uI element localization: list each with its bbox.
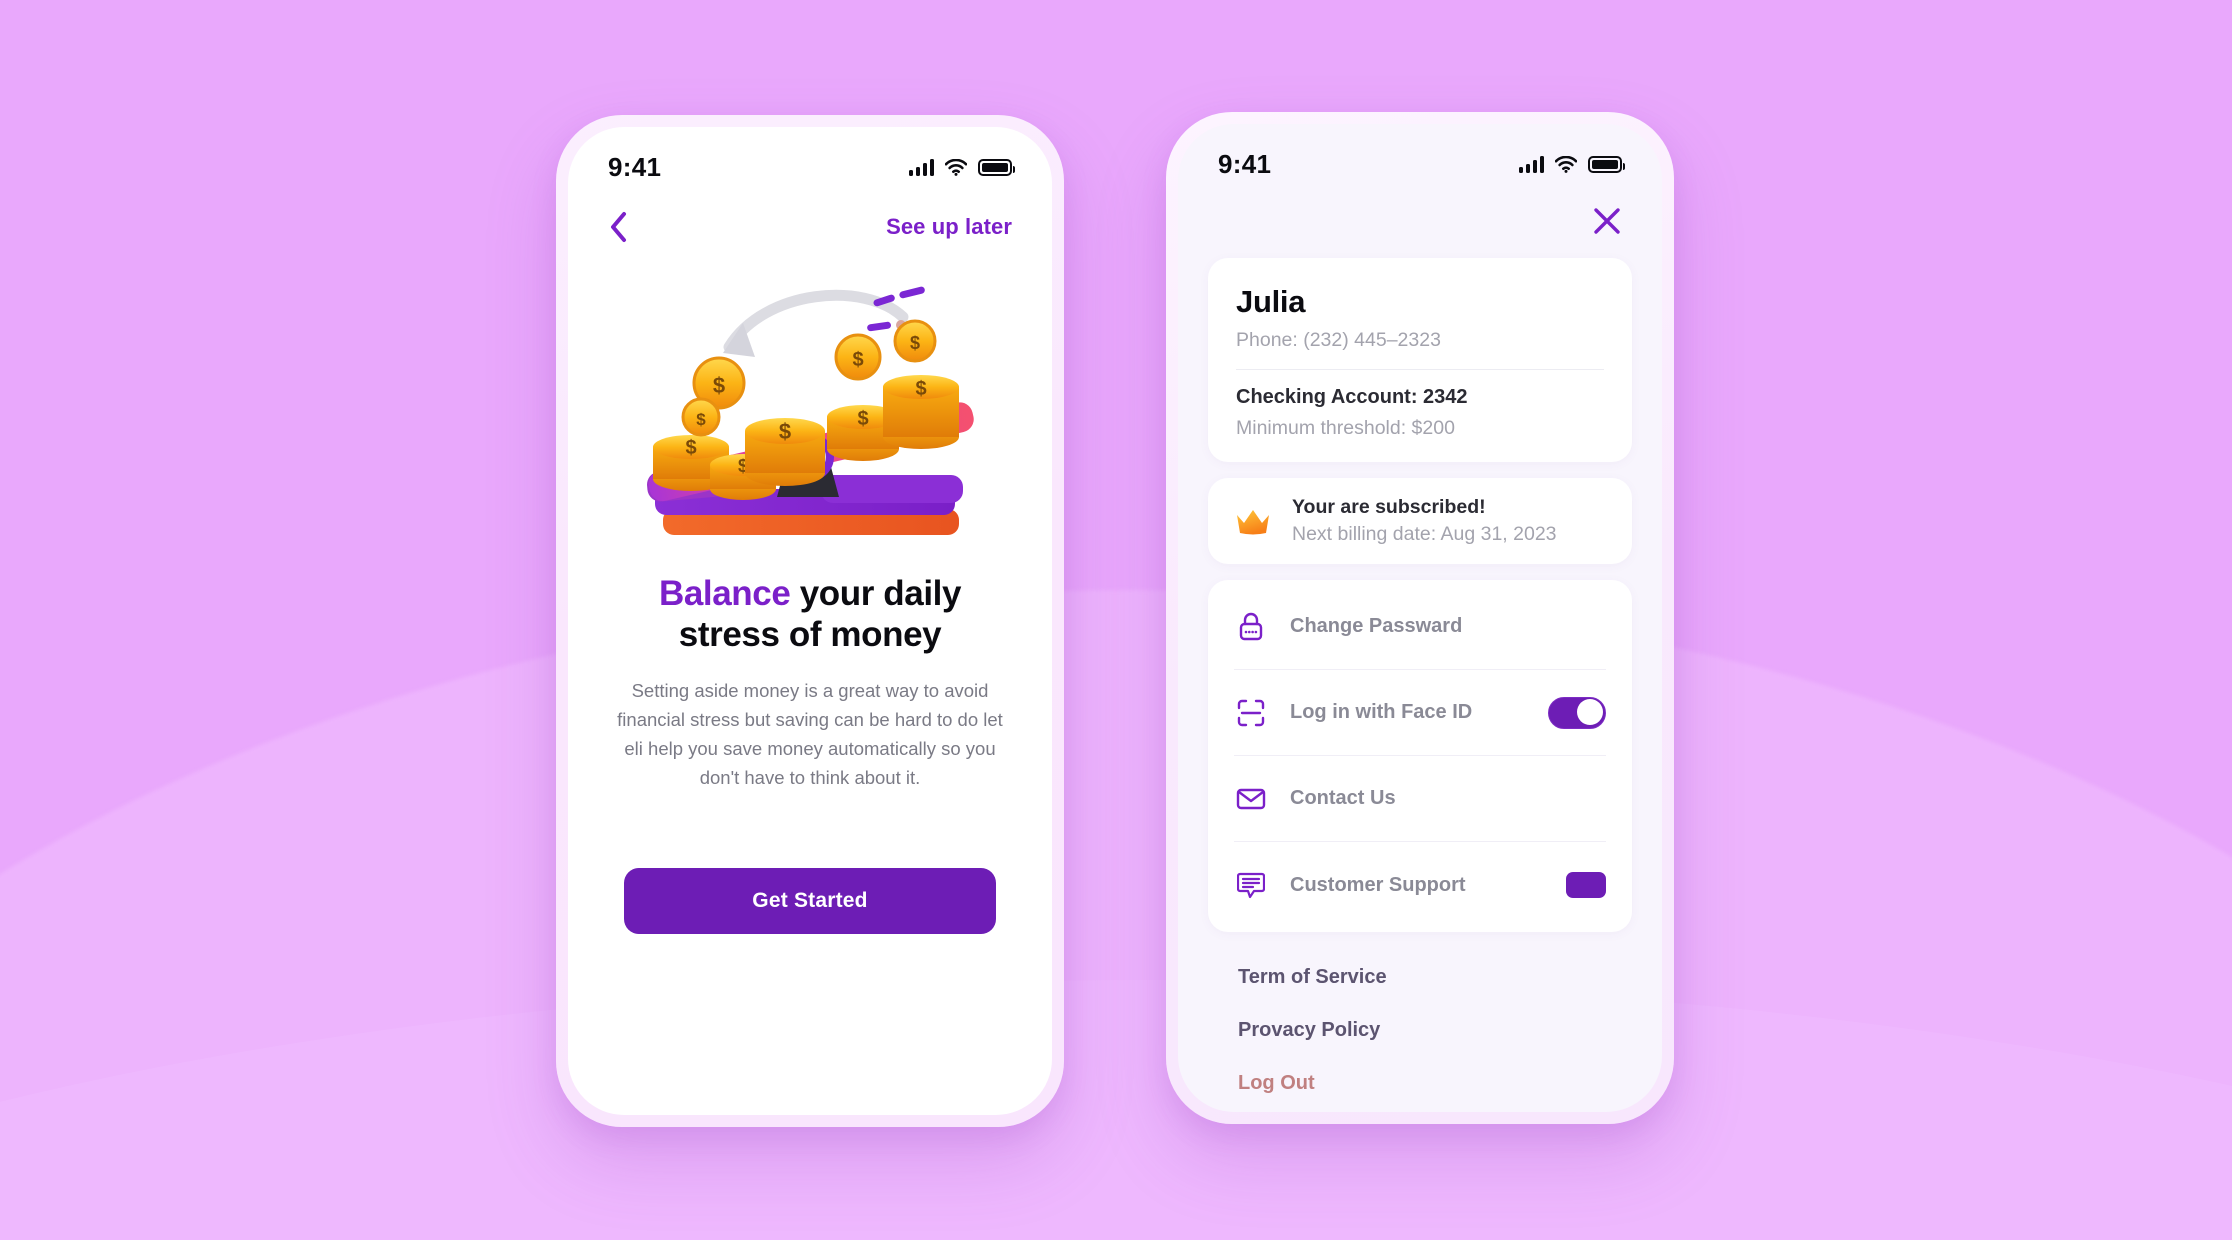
close-icon [1594,208,1620,234]
face-id-toggle[interactable] [1548,696,1606,729]
menu-label: Log in with Face ID [1290,701,1473,723]
status-icons [1519,155,1625,173]
settings-menu-card: Change Passward Log in with Face ID Cont… [1208,580,1632,932]
toggle-knob [1577,699,1603,725]
subscription-texts: Your are subscribed! Next billing date: … [1292,496,1557,546]
phone-frame-account: 9:41 Julia Phone: (232) 445–2323 Checkin… [1166,112,1674,1124]
svg-text:$: $ [713,373,725,398]
menu-label: Contact Us [1290,787,1396,809]
lock-icon [1234,612,1268,642]
status-bar-onboarding: 9:41 [568,127,1052,189]
cta-container: Get Started [568,868,1052,935]
envelope-icon [1234,787,1268,811]
minimum-threshold: Minimum threshold: $200 [1236,417,1455,439]
profile-name: Julia [1236,284,1306,319]
onboarding-nav: See up later [568,189,1052,243]
status-time: 9:41 [1218,148,1272,179]
menu-item-change-password[interactable]: Change Passward [1234,584,1606,670]
svg-text:$: $ [910,333,920,353]
next-billing-date: Next billing date: Aug 31, 2023 [1292,523,1557,545]
account-screen: 9:41 Julia Phone: (232) 445–2323 Checkin… [1178,124,1662,1112]
screens-stage: 9:41 See up later $ $ $ $ $ $ $ $ $ Bala… [0,0,2232,1240]
signal-bars-icon [1519,155,1544,173]
terms-of-service-link[interactable]: Term of Service [1238,966,1602,989]
profile-card: Julia Phone: (232) 445–2323 Checking Acc… [1208,258,1632,462]
svg-text:$: $ [852,349,863,371]
footer-links: Term of Service Provacy Policy Log Out [1208,932,1632,1095]
privacy-policy-link[interactable]: Provacy Policy [1238,1019,1602,1042]
subscription-card: Your are subscribed! Next billing date: … [1208,478,1632,564]
menu-label: Change Passward [1290,615,1463,637]
back-button[interactable] [608,211,628,243]
balance-scale-coins-illustration: $ $ $ $ $ $ $ $ $ [568,261,1052,551]
close-button[interactable] [1592,206,1622,236]
svg-text:$: $ [857,408,868,430]
face-id-icon [1234,698,1268,728]
menu-item-customer-support[interactable]: Customer Support [1234,842,1606,928]
phone-frame-onboarding: 9:41 See up later $ $ $ $ $ $ $ $ $ Bala… [556,115,1064,1127]
status-bar-account: 9:41 [1178,124,1662,186]
chevron-left-icon [611,212,626,242]
menu-label: Customer Support [1290,873,1466,896]
log-out-link[interactable]: Log Out [1238,1072,1602,1095]
menu-item-contact-us[interactable]: Contact Us [1234,756,1606,842]
battery-full-icon [978,158,1015,176]
page-title: Balance your daily stress of money [568,573,1052,656]
checking-account: Checking Account: 2342 [1236,386,1468,408]
account-cards: Julia Phone: (232) 445–2323 Checking Acc… [1178,236,1662,1095]
svg-text:$: $ [685,437,696,459]
status-time: 9:41 [608,151,662,182]
get-started-button[interactable]: Get Started [624,868,996,935]
customer-support-badge[interactable] [1566,872,1606,898]
svg-text:$: $ [915,378,926,400]
wifi-icon [945,158,967,176]
account-header [1178,186,1662,236]
headline-highlight: Balance [658,574,791,613]
profile-phone: Phone: (232) 445–2323 [1236,329,1441,351]
signal-bars-icon [909,158,934,176]
menu-item-face-id[interactable]: Log in with Face ID [1234,670,1606,756]
status-icons [909,158,1015,176]
svg-text:$: $ [779,419,791,444]
onboarding-screen: 9:41 See up later $ $ $ $ $ $ $ $ $ Bala… [568,127,1052,1115]
battery-full-icon [1588,155,1625,173]
skip-link[interactable]: See up later [886,214,1012,240]
wifi-icon [1555,155,1577,173]
onboarding-description: Setting aside money is a great way to av… [617,679,1003,789]
crown-icon [1237,510,1269,535]
svg-text:$: $ [696,410,706,429]
subscription-status: Your are subscribed! [1292,496,1486,518]
profile-divider [1236,369,1604,370]
chat-bubble-icon [1234,870,1268,900]
